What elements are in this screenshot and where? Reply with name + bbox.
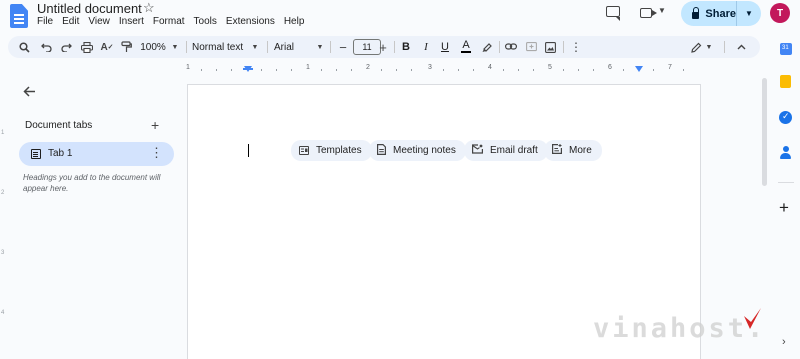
meet-icon[interactable] — [640, 8, 657, 18]
font-chevron-down-icon[interactable]: ▼ — [315, 36, 325, 58]
contacts-icon[interactable] — [780, 146, 791, 159]
share-label: Share — [705, 7, 736, 20]
toolbar-divider — [499, 41, 500, 53]
increase-font-size-icon[interactable]: + — [376, 36, 390, 58]
avatar[interactable]: T — [770, 3, 790, 23]
right-indent-marker[interactable] — [635, 66, 643, 72]
horizontal-ruler[interactable]: 1 1 2 3 4 5 6 7 — [186, 62, 700, 74]
outline-hint-text: Headings you add to the document will ap… — [23, 173, 161, 193]
spellcheck-icon[interactable]: A ✓ — [99, 36, 115, 58]
document-icon — [31, 149, 41, 159]
document-title[interactable]: Untitled document — [37, 1, 142, 16]
lock-icon — [692, 6, 700, 19]
toolbar-divider — [330, 41, 331, 53]
templates-icon — [299, 146, 309, 155]
calendar-icon[interactable] — [780, 43, 792, 55]
share-button[interactable]: Share ▼ — [681, 1, 761, 26]
templates-chip[interactable]: Templates — [291, 140, 372, 161]
show-side-panel-chevron-right-icon[interactable]: › — [782, 336, 786, 348]
zoom-chevron-down-icon[interactable]: ▼ — [170, 36, 180, 58]
redo-icon[interactable] — [58, 36, 74, 58]
mode-chevron-down-icon[interactable]: ▼ — [704, 36, 714, 58]
paint-format-icon[interactable] — [118, 36, 134, 58]
more-options-icon[interactable]: ⋮ — [568, 36, 584, 58]
underline-icon[interactable]: U — [437, 36, 453, 58]
document-tabs-heading: Document tabs — [25, 120, 93, 131]
italic-icon[interactable]: I — [418, 36, 434, 58]
add-tab-plus-icon[interactable]: + — [151, 117, 159, 133]
email-draft-chip[interactable]: Email draft — [464, 140, 548, 161]
ruler-tick: 1 — [306, 64, 310, 71]
insert-image-icon[interactable] — [542, 36, 558, 58]
meeting-notes-chip[interactable]: Meeting notes — [369, 140, 466, 161]
paragraph-style-select[interactable]: Normal text — [192, 36, 252, 58]
toolbar-divider — [724, 41, 725, 53]
menu-insert[interactable]: Insert — [119, 16, 144, 27]
ruler-tick: 4 — [488, 64, 492, 71]
menu-edit[interactable]: Edit — [62, 16, 79, 27]
print-icon[interactable] — [79, 36, 95, 58]
zoom-value[interactable]: 100% — [138, 36, 168, 58]
docs-logo-icon[interactable] — [10, 4, 28, 28]
meet-chevron-down-icon[interactable]: ▼ — [658, 6, 666, 15]
email-draft-label: Email draft — [490, 145, 538, 156]
text-color-swatch — [461, 51, 471, 53]
tasks-icon[interactable] — [779, 111, 792, 124]
more-building-blocks-icon — [552, 144, 562, 157]
menu-view[interactable]: View — [88, 16, 110, 27]
text-color-icon[interactable]: A — [458, 36, 474, 58]
ruler-tick: 7 — [668, 64, 672, 71]
menu-help[interactable]: Help — [284, 16, 305, 27]
ruler-tick: 5 — [548, 64, 552, 71]
decrease-font-size-icon[interactable]: − — [336, 36, 350, 58]
ruler-tick: 6 — [608, 64, 612, 71]
sidebar-item-tab-1[interactable]: Tab 1 ⋮ — [19, 142, 174, 166]
meeting-notes-label: Meeting notes — [393, 145, 456, 156]
toolbar-divider — [394, 41, 395, 53]
app-header: Untitled document ☆ File Edit View Inser… — [0, 0, 800, 34]
menu-extensions[interactable]: Extensions — [226, 16, 275, 27]
bold-icon[interactable]: B — [398, 36, 414, 58]
tab-label: Tab 1 — [48, 148, 73, 159]
get-add-ons-plus-icon[interactable]: + — [779, 198, 789, 218]
star-icon[interactable]: ☆ — [143, 0, 155, 16]
ruler-tick: 2 — [366, 64, 370, 71]
more-chip[interactable]: More — [544, 140, 602, 161]
scrollbar-thumb[interactable] — [762, 78, 767, 186]
toolbar-divider — [186, 41, 187, 53]
rail-divider — [778, 182, 794, 183]
undo-icon[interactable] — [38, 36, 54, 58]
meeting-notes-icon — [377, 143, 386, 158]
text-cursor — [248, 144, 249, 157]
templates-label: Templates — [316, 145, 362, 156]
menu-bar: File Edit View Insert Format Tools Exten… — [37, 16, 304, 27]
editing-mode-pencil-icon[interactable] — [688, 36, 704, 58]
email-draft-icon — [472, 144, 483, 157]
font-family-select[interactable]: Arial — [274, 36, 314, 58]
vinahost-logo-mark-icon — [744, 308, 761, 329]
ruler-tick: 3 — [428, 64, 432, 71]
search-menus-icon[interactable] — [16, 36, 32, 58]
add-comment-icon[interactable] — [523, 36, 539, 58]
comment-history-icon[interactable] — [606, 6, 620, 21]
share-chevron-down-icon[interactable]: ▼ — [737, 9, 761, 18]
menu-format[interactable]: Format — [153, 16, 185, 27]
toolbar-divider — [563, 41, 564, 53]
hide-menus-chevron-up-icon[interactable] — [734, 36, 748, 58]
insert-link-icon[interactable] — [503, 36, 519, 58]
left-indent-marker[interactable] — [244, 66, 252, 72]
keep-icon[interactable] — [780, 75, 791, 88]
highlight-icon[interactable] — [478, 36, 494, 58]
menu-tools[interactable]: Tools — [194, 16, 217, 27]
toolbar-divider — [267, 41, 268, 53]
tab-more-options-icon[interactable]: ⋮ — [150, 145, 163, 161]
formatting-toolbar: A ✓ 100% ▼ Normal text ▼ Arial ▼ − 11 + B… — [8, 36, 760, 58]
menu-file[interactable]: File — [37, 16, 53, 27]
back-arrow-icon[interactable] — [23, 84, 36, 101]
more-label: More — [569, 145, 592, 156]
ruler-tick: 1 — [186, 64, 190, 71]
vertical-ruler: 1 2 3 4 — [1, 130, 5, 316]
style-chevron-down-icon[interactable]: ▼ — [250, 36, 260, 58]
